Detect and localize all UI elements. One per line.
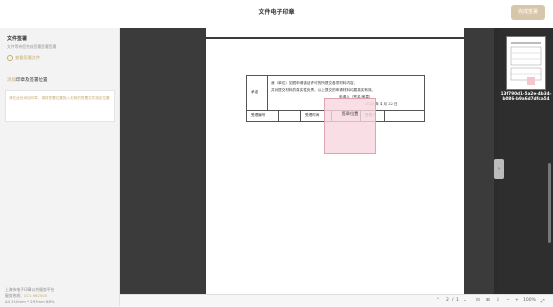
fullscreen-icon[interactable]: ⤢ (541, 298, 545, 304)
table-divider (267, 76, 268, 110)
thumbnail-panel: 13f790d1-5a2e-4b34-b086-b9a6d7dfca54 (499, 28, 553, 306)
chevron-right-icon: › (498, 166, 500, 172)
next-page-button[interactable]: ⌄ (463, 298, 467, 303)
zoom-in-icon[interactable]: + (515, 298, 519, 303)
status-bar: ⌃ 2 / 1 ⌄ ⊡ ⊞ ⇩ − + 100% ⤢ (120, 294, 553, 307)
table-cell-divider (278, 110, 279, 121)
promise-row-label: 承诺 (251, 90, 259, 94)
file-section-title: 文件签署 (7, 36, 28, 42)
fit-page-icon[interactable]: ⊡ (476, 298, 480, 303)
mark-section-prefix: 添加 (7, 78, 16, 83)
accept-number-label: 受理编号 (251, 113, 266, 117)
download-icon[interactable]: ⇩ (496, 298, 500, 303)
prev-page-button[interactable]: ⌃ (436, 298, 440, 303)
seal-placeholder[interactable]: 签章位置 (324, 98, 376, 154)
table-cell-divider (300, 110, 301, 121)
view-file-label: 查看签署文件 (15, 55, 41, 60)
page-number-current[interactable]: 2 (446, 298, 449, 303)
page-title: 文件电子印章 (258, 9, 295, 16)
view-file-link[interactable]: 查看签署文件 (7, 55, 40, 61)
footer-meta: A4 210mm * 297mm 88% (5, 299, 55, 304)
zoom-out-icon[interactable]: − (506, 298, 510, 303)
top-bar: 文件电子印章 完成签署 (0, 0, 553, 29)
file-section-desc: 文件等待您完成签署签署签署 (7, 44, 57, 49)
document-page: 承诺 我（单位）如镜申请该证许可的所提交各项材料内容， 并对提交材料的真实性负责… (206, 39, 464, 294)
previous-page-edge (206, 28, 464, 37)
mark-section-label: 印章及签署位置 (16, 78, 48, 83)
thumbnail-preview (510, 42, 542, 85)
seal-drop-hint: 请在此处添加印章，请将签署位置拖入右侧的签署文件指定位置 (9, 96, 110, 100)
mark-section-title: 添加印章及签署位置 (7, 77, 48, 83)
accept-time-label: 受理时间 (305, 113, 320, 117)
table-cell-divider (384, 110, 385, 121)
collapse-panel-handle[interactable]: › (494, 159, 504, 179)
thumbnail-filename: 13f790d1-5a2e-4b34-b086-b9a6d7dfca54 (500, 91, 552, 101)
footer-hotline-number: 021-962000 (23, 293, 48, 298)
page-thumbnail[interactable] (506, 36, 546, 90)
grid-view-icon[interactable]: ⊞ (486, 298, 490, 303)
footer-hotline-label: 服务热线： (5, 293, 24, 298)
page-separator: / (452, 298, 454, 303)
document-viewer[interactable]: 承诺 我（单位）如镜申请该证许可的所提交各项材料内容， 并对提交材料的真实性负责… (120, 28, 499, 294)
thumbnail-scrollbar[interactable] (548, 163, 551, 243)
zoom-level[interactable]: 100% (523, 298, 536, 303)
page-number-total: 1 (456, 298, 459, 303)
seal-placeholder-label: 签章位置 (341, 111, 359, 116)
left-panel: 文件签署 文件等待您完成签署签署签署 查看签署文件 添加印章及签署位置 请在此处… (0, 28, 120, 306)
seal-drop-box[interactable]: 请在此处添加印章，请将签署位置拖入右侧的签署文件指定位置 (5, 90, 115, 122)
circle-icon (7, 55, 13, 61)
promise-text-line2: 并对提交材料的真实性负责，以上提交的申请材料均属真实有效。 (271, 88, 376, 92)
finish-sign-button[interactable]: 完成签署 (511, 5, 545, 20)
promise-text-line1: 我（单位）如镜申请该证许可的所提交各项材料内容， (271, 81, 358, 85)
